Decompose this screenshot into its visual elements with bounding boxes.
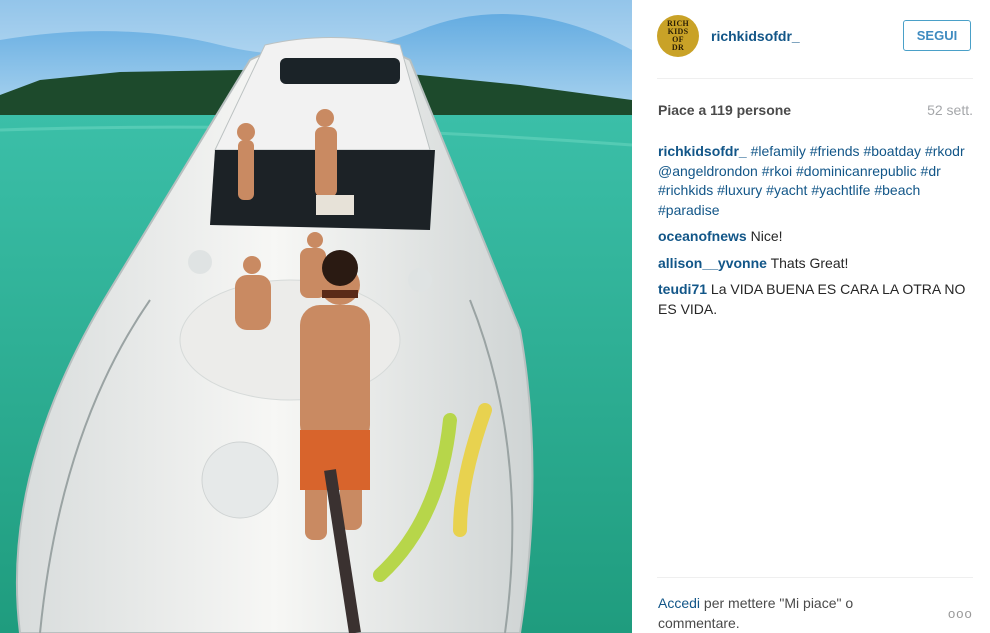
comment-text: Nice! (750, 228, 783, 244)
hashtag[interactable]: #yacht (766, 182, 807, 198)
hashtag[interactable]: #rkodr (925, 143, 965, 159)
caption: richkidsofdr_ #lefamily #friends #boatda… (658, 142, 980, 220)
comment-username[interactable]: allison__yvonne (658, 255, 767, 271)
post-side-panel: RICH KIDS OF DR richkidsofdr_ SEGUI Piac… (632, 0, 990, 633)
hashtag[interactable]: #paradise (658, 202, 720, 218)
avatar[interactable]: RICH KIDS OF DR (657, 15, 699, 57)
avatar-text-4: DR (671, 43, 685, 52)
hashtag[interactable]: #friends (810, 143, 860, 159)
post-header: RICH KIDS OF DR richkidsofdr_ SEGUI (632, 0, 990, 78)
comment-item: teudi71 La VIDA BUENA ES CARA LA OTRA NO… (658, 280, 980, 319)
caption-username[interactable]: richkidsofdr_ (658, 143, 747, 159)
hashtag[interactable]: #dominicanrepublic (796, 163, 917, 179)
comment-item: allison__yvonne Thats Great! (658, 254, 980, 274)
hashtag[interactable]: #yachtlife (811, 182, 870, 198)
comment-username[interactable]: oceanofnews (658, 228, 747, 244)
post-photo[interactable] (0, 0, 632, 633)
yacht-photo-illustration (0, 0, 632, 633)
header-username[interactable]: richkidsofdr_ (711, 28, 800, 44)
follow-button[interactable]: SEGUI (903, 20, 971, 51)
hashtag[interactable]: #boatday (863, 143, 921, 159)
comment-username[interactable]: teudi71 (658, 281, 707, 297)
hashtag[interactable]: #richkids (658, 182, 713, 198)
hashtag[interactable]: #luxury (717, 182, 762, 198)
more-options-icon[interactable]: ooo (948, 606, 973, 621)
hashtag[interactable]: #beach (874, 182, 920, 198)
hashtag[interactable]: #dr (921, 163, 941, 179)
post-time[interactable]: 52 sett. (927, 102, 973, 118)
divider (657, 577, 973, 578)
mention[interactable]: @angeldrondon (658, 163, 758, 179)
divider (657, 78, 973, 79)
hashtag[interactable]: #lefamily (751, 143, 806, 159)
hashtag[interactable]: #rkoi (762, 163, 792, 179)
login-prompt: Accedi per mettere "Mi piace" o commenta… (658, 594, 918, 633)
comment-item: oceanofnews Nice! (658, 227, 980, 247)
comment-text: Thats Great! (770, 254, 849, 271)
likes-count[interactable]: Piace a 119 persone (658, 102, 791, 118)
comments-list: richkidsofdr_ #lefamily #friends #boatda… (658, 142, 980, 326)
login-link[interactable]: Accedi (658, 595, 700, 611)
